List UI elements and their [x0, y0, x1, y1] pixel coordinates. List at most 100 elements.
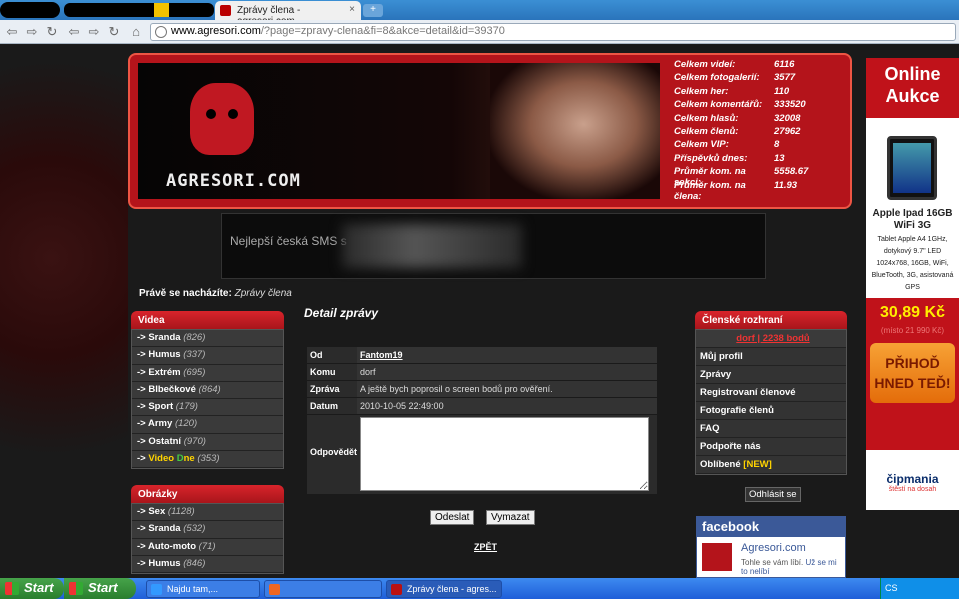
menu-item-count: (826) [183, 332, 206, 343]
menu-item-sport[interactable]: -> Sport (179) [132, 399, 283, 417]
facebook-like-status: Tohle se vám líbí. Už se mi to nelíbí [741, 558, 841, 576]
menu-item-extrem[interactable]: -> Extrém (695) [132, 365, 283, 382]
sender-link[interactable]: Fantom19 [360, 350, 403, 360]
member-item-messages[interactable]: Zprávy [696, 366, 846, 384]
address-bar[interactable]: www.agresori.com/?page=zpravy-clena&fi=8… [150, 23, 956, 41]
header-photo [490, 63, 660, 199]
reload-icon[interactable]: ↻ [106, 24, 122, 40]
menu-item-humus[interactable]: -> Humus (337) [132, 347, 283, 365]
stat-value: 13 [774, 152, 785, 164]
background-decoration [0, 45, 128, 578]
back-icon[interactable]: ⇦ [4, 24, 20, 40]
new-badge: [NEW] [743, 459, 772, 470]
taskbar: Start Start Najdu tam,... Zprávy člena -… [0, 578, 959, 599]
menu-item-sranda[interactable]: -> Sranda (826) [132, 330, 283, 348]
ad-cta-button[interactable]: PŘIHOĎ HNED TEĎ! [870, 343, 955, 403]
start-button[interactable]: Start [0, 578, 64, 599]
language-indicator[interactable]: CS [885, 583, 898, 593]
ipad-screen [893, 143, 931, 193]
home-icon[interactable]: ⌂ [128, 24, 144, 40]
menu-item-ostatni[interactable]: -> Ostatní (970) [132, 434, 283, 452]
table-row: Datum 2010-10-05 22:49:00 [307, 398, 657, 415]
skull-eye [228, 109, 238, 119]
menu-item-label: -> Ostatní [137, 435, 182, 447]
facebook-page-name[interactable]: Agresori.com [741, 542, 806, 554]
menu-item-blbeckove[interactable]: -> Blbečkové (864) [132, 382, 283, 400]
member-item-registered[interactable]: Registrovaní členové [696, 384, 846, 402]
stat-value: 32008 [774, 112, 801, 124]
forward-icon[interactable]: ⇨ [24, 24, 40, 40]
menu-item-army[interactable]: -> Army (120) [132, 416, 283, 434]
taskbar-item-label: Zprávy člena - agres... [407, 584, 497, 594]
reload-icon[interactable]: ↻ [44, 24, 60, 40]
menu-item-sex[interactable]: -> Sex (1128) [132, 504, 283, 522]
member-item-photos[interactable]: Fotografie členů [696, 402, 846, 420]
menu-item-count: (71) [198, 540, 216, 552]
menu-item-auto-moto[interactable]: -> Auto-moto (71) [132, 539, 283, 556]
facebook-widget: facebook Agresori.com Tohle se vám líbí.… [696, 516, 846, 578]
obrazky-list: -> Sex (1128) -> Sranda (532) -> Auto-mo… [131, 503, 284, 575]
ie-icon [151, 584, 162, 595]
taskbar-item[interactable]: Najdu tam,... [146, 580, 260, 598]
windows-flag-icon [5, 582, 19, 595]
like-text: Tohle se vám líbí. [741, 558, 804, 567]
favicon-icon [220, 5, 231, 16]
table-row: Od Fantom19 [307, 347, 657, 364]
menu-item-count: (532) [183, 523, 206, 535]
menu-item-sranda[interactable]: -> Sranda (532) [132, 521, 283, 539]
menu-item-count: (846) [183, 557, 206, 569]
taskbar-item-active[interactable]: Zprávy člena - agres... [386, 580, 502, 598]
clear-button[interactable]: Vymazat [486, 510, 535, 525]
facebook-header: facebook [697, 517, 845, 537]
member-item-support[interactable]: Podpořte nás [696, 438, 846, 456]
member-heading: Členské rozhraní [695, 311, 847, 329]
forward-icon[interactable]: ⇨ [86, 24, 102, 40]
ad-product-specs: Tablet Apple A4 1GHz, dotykový 9.7" LED … [871, 236, 954, 291]
windows-flag-icon [69, 582, 83, 595]
stat-value: 6116 [774, 59, 795, 70]
breadcrumb-label: Právě se nacházíte: [139, 288, 232, 299]
stat-label: Celkem videí: [674, 59, 736, 70]
browser-tab[interactable]: Zprávy člena - agresori.com × [215, 1, 361, 27]
taskbar-item[interactable] [264, 580, 382, 598]
back-icon[interactable]: ⇦ [66, 24, 82, 40]
stat-row: Celkem hlasů: 32008 [674, 112, 850, 126]
site-header: AGRESORI.COM Celkem videí: 6116 Celkem fo… [128, 53, 852, 209]
menu-item-label: -> Army [137, 418, 173, 430]
stat-label: Celkem fotogalerií: [674, 72, 760, 84]
sms-banner[interactable]: Nejlepší česká SMS s [221, 213, 766, 279]
table-row: Komu dorf [307, 364, 657, 381]
skull-eye [206, 109, 216, 119]
row-value: A ještě bych poprosil o screen bodů pro … [357, 381, 657, 397]
member-item-favorites[interactable]: Oblíbené [NEW] [696, 456, 846, 474]
new-tab-button[interactable]: + [363, 4, 383, 17]
reply-textarea[interactable] [360, 417, 649, 491]
start-button[interactable]: Start [64, 578, 136, 599]
member-item-profile[interactable]: Můj profil [696, 348, 846, 366]
send-button[interactable]: Odeslat [430, 510, 475, 525]
menu-item-humus[interactable]: -> Humus (846) [132, 556, 283, 574]
close-tab-icon[interactable]: × [349, 4, 355, 15]
user-points-link[interactable]: dorf | 2238 bodů [696, 330, 846, 348]
stat-value: 5558.67 [774, 166, 809, 178]
row-value: dorf [357, 364, 657, 380]
stat-label: Průměr kom. na sekci: [674, 166, 746, 189]
site-stats: Celkem videí: 6116 Celkem fotogalerií: 357… [674, 59, 850, 202]
ad-price: 30,89 Kč [880, 304, 945, 321]
member-item-faq[interactable]: FAQ [696, 420, 846, 438]
ad-headline: Online Aukce [866, 58, 959, 118]
row-value: Fantom19 [357, 347, 657, 363]
auction-ad[interactable]: Online Aukce Apple Ipad 16GB WiFi 3G Tabl… [866, 58, 959, 510]
back-link[interactable]: ZPĚT [474, 542, 497, 552]
stat-value: 333520 [774, 99, 806, 111]
row-key: Zpráva [307, 381, 357, 397]
start-label: Start [88, 580, 118, 595]
browser-tab-bar: Zprávy člena - agresori.com × + [0, 0, 959, 27]
site-logo[interactable]: AGRESORI.COM [166, 171, 301, 191]
web-page: AGRESORI.COM Celkem videí: 6116 Celkem fo… [0, 45, 959, 578]
stat-value: 110 [774, 85, 790, 97]
logout-button[interactable]: Odhlásit se [745, 487, 801, 502]
ipad-image [887, 136, 937, 200]
menu-item-label: -> Humus [137, 557, 181, 569]
menu-item-video-dne[interactable]: -> Video Dne (353) [132, 451, 283, 469]
